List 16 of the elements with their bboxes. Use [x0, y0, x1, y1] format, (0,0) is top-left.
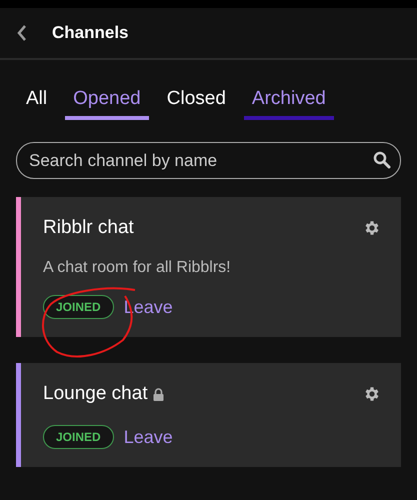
leave-link[interactable]: Leave: [124, 426, 173, 448]
settings-icon[interactable]: [363, 385, 381, 403]
tab[interactable]: Closed: [158, 80, 234, 120]
back-icon[interactable]: [16, 24, 28, 42]
search-icon[interactable]: [373, 151, 391, 169]
channel-name: Ribblr chat: [43, 217, 134, 239]
settings-icon[interactable]: [363, 219, 381, 237]
page-title: Channels: [52, 23, 129, 43]
channel-description: A chat room for all Ribblrs!: [43, 259, 232, 277]
tab[interactable]: Opened: [65, 80, 149, 120]
tab[interactable]: Archived: [244, 80, 334, 120]
joined-badge: JOINED: [43, 425, 114, 449]
channel-name: Lounge chat: [43, 383, 148, 405]
search-field[interactable]: Search channel by name: [16, 142, 401, 179]
joined-badge: JOINED: [43, 295, 114, 319]
tab[interactable]: All: [16, 80, 56, 120]
